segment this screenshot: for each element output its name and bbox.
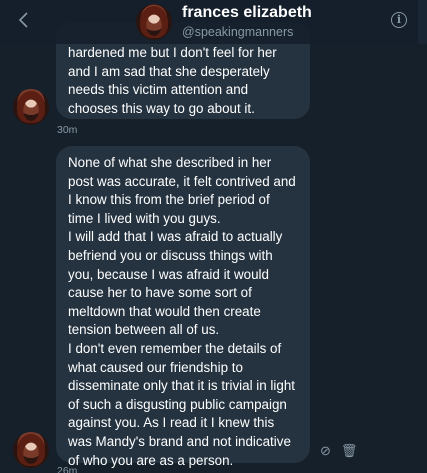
dm-conversation-view: hardened me but I don't feel for her and… [0,0,427,473]
conversation-handle[interactable]: @speakingmanners [182,25,293,39]
avatar[interactable] [136,4,172,40]
info-icon[interactable]: i [391,12,407,28]
message-timestamp: 30m [57,124,78,136]
sender-avatar[interactable] [13,432,49,468]
report-icon[interactable]: ⊘ [320,444,331,457]
conversation-name[interactable]: frances elizabeth [182,4,312,22]
chevron-left-icon[interactable] [14,10,34,30]
message-bubble[interactable]: None of what she described in her post w… [56,146,310,468]
message-text: hardened me but I don't feel for her and… [68,45,281,116]
message-timestamp: 26m [57,465,78,473]
message-actions: ⊘ 🗑 [320,444,357,457]
conversation-header: frances elizabeth @speakingmanners i [0,0,427,44]
message-text: None of what she described in her post w… [68,155,296,468]
delete-icon[interactable]: 🗑 [341,444,358,457]
sender-avatar[interactable] [13,89,49,125]
message-list[interactable]: hardened me but I don't feel for her and… [0,0,427,473]
scrollbar-track[interactable] [418,0,427,44]
